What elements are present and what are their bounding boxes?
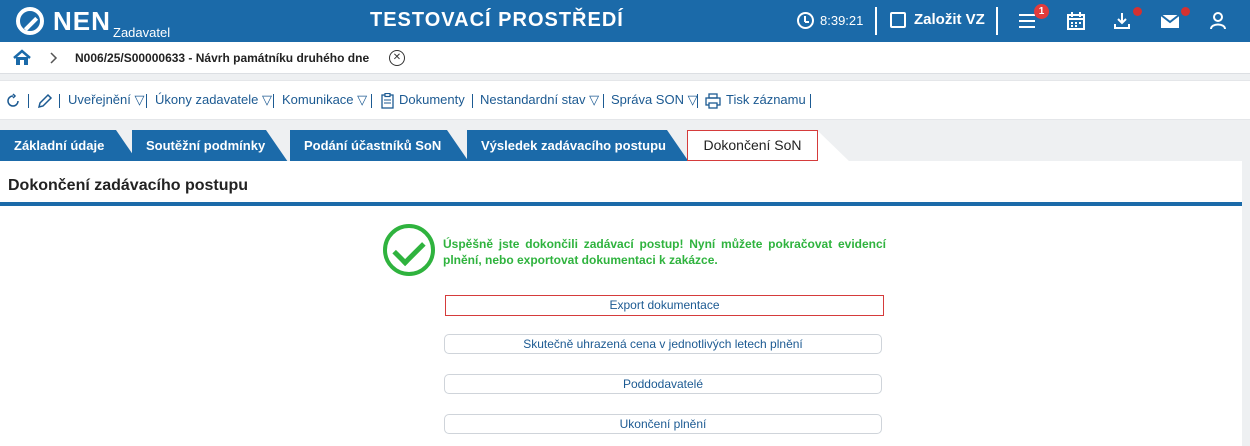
divider [875,7,877,35]
close-icon[interactable]: ✕ [389,50,405,66]
calendar-icon[interactable] [1066,11,1086,31]
logo-text[interactable]: NEN [53,6,111,37]
clipboard-icon[interactable] [381,93,394,109]
toolbar-divider [472,94,473,108]
top-bar: NEN Zadavatel TESTOVACÍ PROSTŘEDÍ 8:39:2… [0,0,1250,42]
environment-title: TESTOVACÍ PROSTŘEDÍ [370,9,624,31]
success-message: Úspěšně jste dokončili zadávací postup! … [443,237,886,267]
menu-tisk-zaznamu[interactable]: Tisk záznamu [726,92,806,107]
home-icon[interactable] [12,49,32,67]
mail-icon[interactable] [1160,11,1180,31]
printer-icon[interactable] [705,93,721,109]
scrollbar[interactable] [1242,161,1250,446]
tab-dokonceni-son[interactable]: Dokončení SoN [687,130,818,161]
clock-icon [797,12,814,29]
paid-price-by-year-button[interactable]: Skutečně uhrazená cena v jednotlivých le… [444,334,882,354]
menu-sprava-son[interactable]: Správa SON ▽ [611,92,698,108]
breadcrumb: N006/25/S00000633 - Návrh památníku druh… [0,42,1250,74]
tab-soutezni-podminky[interactable]: Soutěžní podmínky [132,130,266,162]
toolbar-divider [810,94,811,108]
tab-edge [447,130,469,162]
tab-podani-ucastniku[interactable]: Podání účastníků SoN [290,130,447,162]
download-icon[interactable] [1112,11,1132,31]
end-of-performance-button[interactable]: Ukončení plnění [444,414,882,434]
toolbar-divider [28,94,29,108]
nen-logo-icon[interactable] [16,7,44,35]
success-check-icon [383,224,435,276]
toolbar-divider [146,94,147,108]
title-underline [0,202,1242,206]
action-toolbar: Uveřejnění ▽ Úkony zadavatele ▽ Komunika… [0,80,1250,120]
tab-edge [266,130,288,162]
tab-bar: Základní údaje Soutěžní podmínky Podání … [0,130,1250,162]
toolbar-divider [603,94,604,108]
menu-uverejneni[interactable]: Uveřejnění ▽ [68,92,144,108]
pencil-icon[interactable] [37,93,53,109]
edit-icon[interactable] [890,12,906,28]
subcontractors-button[interactable]: Poddodavatelé [444,374,882,394]
menu-ukony-zadavatele[interactable]: Úkony zadavatele ▽ [155,92,272,108]
download-alert-dot [1133,7,1142,16]
session-clock: 8:39:21 [820,13,864,28]
toolbar-divider [371,94,372,108]
toolbar-divider [273,94,274,108]
logo-subtitle: Zadavatel [113,25,171,40]
tab-zakladni-udaje[interactable]: Základní údaje [0,130,116,162]
tab-edge [818,131,850,162]
mail-alert-dot [1181,7,1190,16]
menu-nestandardni-stav[interactable]: Nestandardní stav ▽ [480,92,599,108]
toolbar-divider [59,94,60,108]
refresh-icon[interactable] [5,93,21,109]
notification-badge: 1 [1034,4,1049,19]
menu-dokumenty[interactable]: Dokumenty [399,92,465,107]
tab-edge [667,130,689,162]
toolbar-divider [697,94,698,108]
chevron-right-icon [50,52,58,64]
menu-komunikace[interactable]: Komunikace ▽ [282,92,367,108]
export-documentation-button[interactable]: Export dokumentace [445,295,884,316]
user-icon[interactable] [1208,11,1228,31]
breadcrumb-record[interactable]: N006/25/S00000633 - Návrh památníku druh… [75,51,369,65]
page-title: Dokončení zadávacího postupu [8,177,249,194]
divider [996,7,998,35]
create-vz-button[interactable]: Založit VZ [914,11,985,28]
tab-vysledek-postupu[interactable]: Výsledek zadávacího postupu [467,130,667,162]
